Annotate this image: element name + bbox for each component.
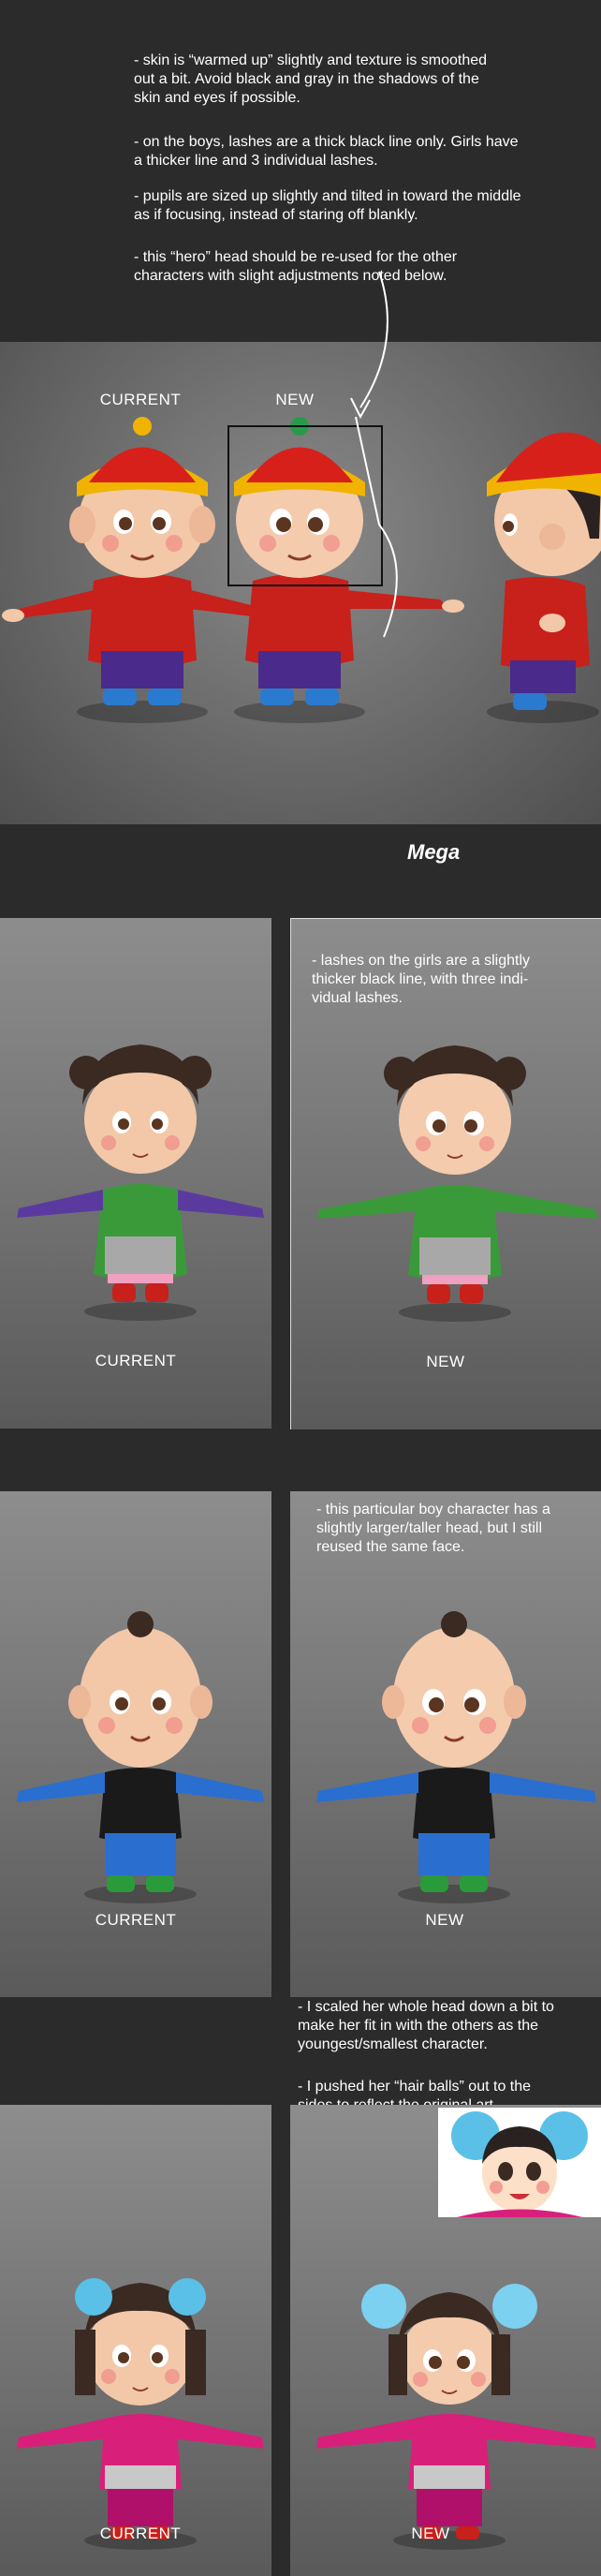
boy-blue-current-label: CURRENT	[95, 1911, 177, 1929]
girl-pink-current-panel: CURRENT	[0, 2105, 271, 2576]
girl-green-new-panel: - lashes on the girls are a slightly thi…	[290, 918, 601, 1429]
girl-green-new-label: NEW	[426, 1353, 465, 1370]
boy-side-figure	[487, 432, 601, 723]
boy-new-figure	[227, 417, 464, 723]
boy-blue-new-label: NEW	[425, 1911, 464, 1929]
girl-pink-new-label: NEW	[411, 2524, 450, 2542]
girl-green-current-panel: CURRENT	[0, 918, 271, 1429]
note-arrow	[350, 271, 388, 420]
hero-current-label: CURRENT	[99, 391, 182, 408]
original-art-inset	[438, 2108, 601, 2217]
hero-boy-panel: CURRENT NEW	[0, 342, 601, 824]
hero-boy-render	[2, 416, 601, 723]
boy-current-figure	[2, 417, 283, 723]
section-title-mega: Mega	[407, 840, 461, 864]
intro-note-skin: - skin is “warmed up” slightly and textu…	[134, 52, 488, 106]
girl-pink-current-label: CURRENT	[99, 2524, 182, 2542]
girl-pink-current-render	[17, 2278, 264, 2550]
original-art-image	[451, 2111, 588, 2217]
intro-note-lashes: - on the boys, lashes are a thick black …	[134, 134, 519, 169]
boy-blue-new-panel: - this particular boy character has a sl…	[290, 1491, 601, 1997]
boy-head-note: - this particular boy character has a sl…	[316, 1502, 550, 1555]
girl-green-current-label: CURRENT	[95, 1352, 177, 1369]
girl-lashes-note: - lashes on the girls are a slightly thi…	[312, 953, 530, 1006]
intro-note-pupils: - pupils are sized up slightly and tilte…	[134, 188, 521, 223]
scale-head-note: - I scaled her whole head down a bit to …	[298, 1999, 554, 2052]
boy-blue-current-panel: CURRENT	[0, 1491, 271, 1997]
